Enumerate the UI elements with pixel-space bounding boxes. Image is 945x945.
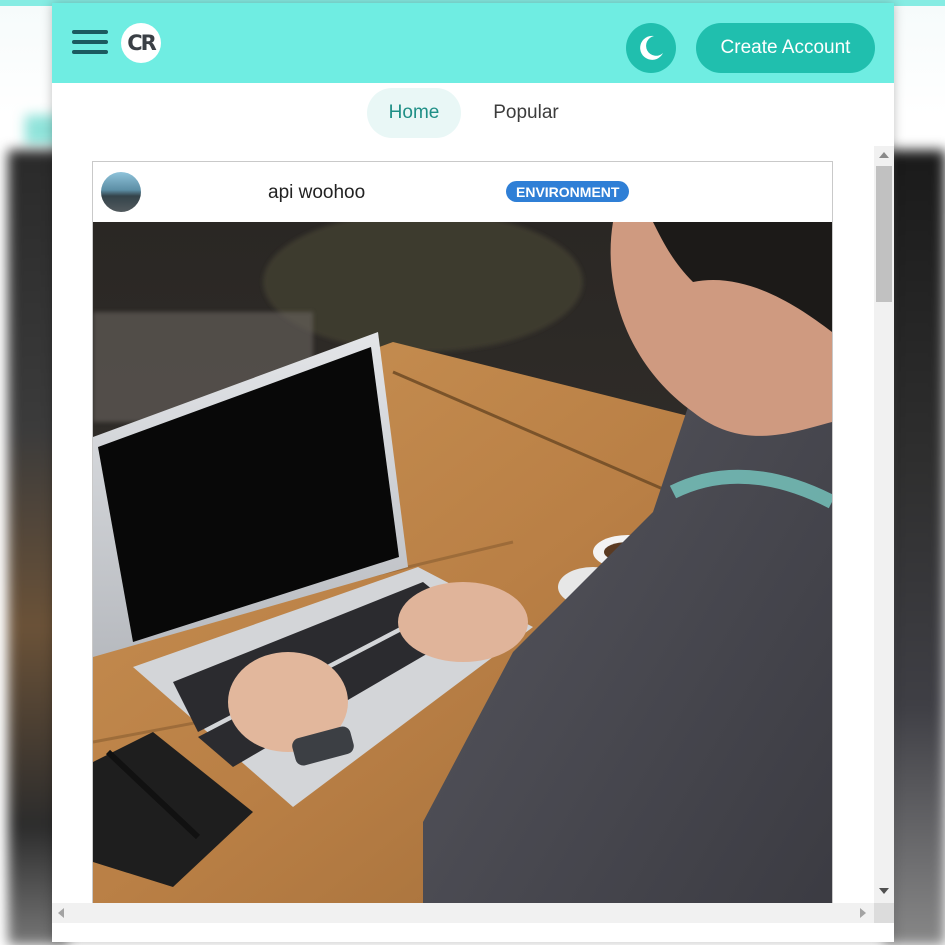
scrollbar-thumb[interactable]	[876, 166, 892, 302]
tab-popular[interactable]: Popular	[476, 88, 576, 138]
scroll-right-icon[interactable]	[860, 908, 866, 918]
avatar[interactable]	[101, 172, 141, 212]
top-navbar: CR Create Account	[52, 3, 894, 83]
post-header: api woohoo ENVIRONMENT	[93, 162, 832, 222]
post-image[interactable]	[93, 222, 832, 922]
theme-toggle-button[interactable]	[626, 23, 676, 73]
post-card[interactable]: api woohoo ENVIRONMENT	[92, 161, 833, 923]
post-author[interactable]: api woohoo	[268, 182, 365, 204]
feed-tabs: Home Popular	[52, 88, 894, 138]
moon-icon	[640, 35, 663, 60]
feed-content[interactable]: api woohoo ENVIRONMENT	[52, 146, 894, 923]
background-image-blur-right	[885, 150, 945, 945]
scroll-down-icon[interactable]	[879, 888, 889, 894]
app-window: CR Create Account Home Popular api wooho…	[52, 3, 894, 942]
scrollbar-corner	[874, 903, 894, 923]
category-badge[interactable]: ENVIRONMENT	[506, 181, 630, 202]
vertical-scrollbar[interactable]	[874, 146, 894, 903]
logo[interactable]: CR	[121, 23, 161, 63]
scroll-up-icon[interactable]	[879, 152, 889, 158]
horizontal-scrollbar[interactable]	[52, 903, 874, 923]
scroll-left-icon[interactable]	[58, 908, 64, 918]
tab-home[interactable]: Home	[367, 88, 461, 138]
hamburger-menu-icon[interactable]	[72, 30, 108, 58]
create-account-button[interactable]: Create Account	[696, 23, 875, 73]
